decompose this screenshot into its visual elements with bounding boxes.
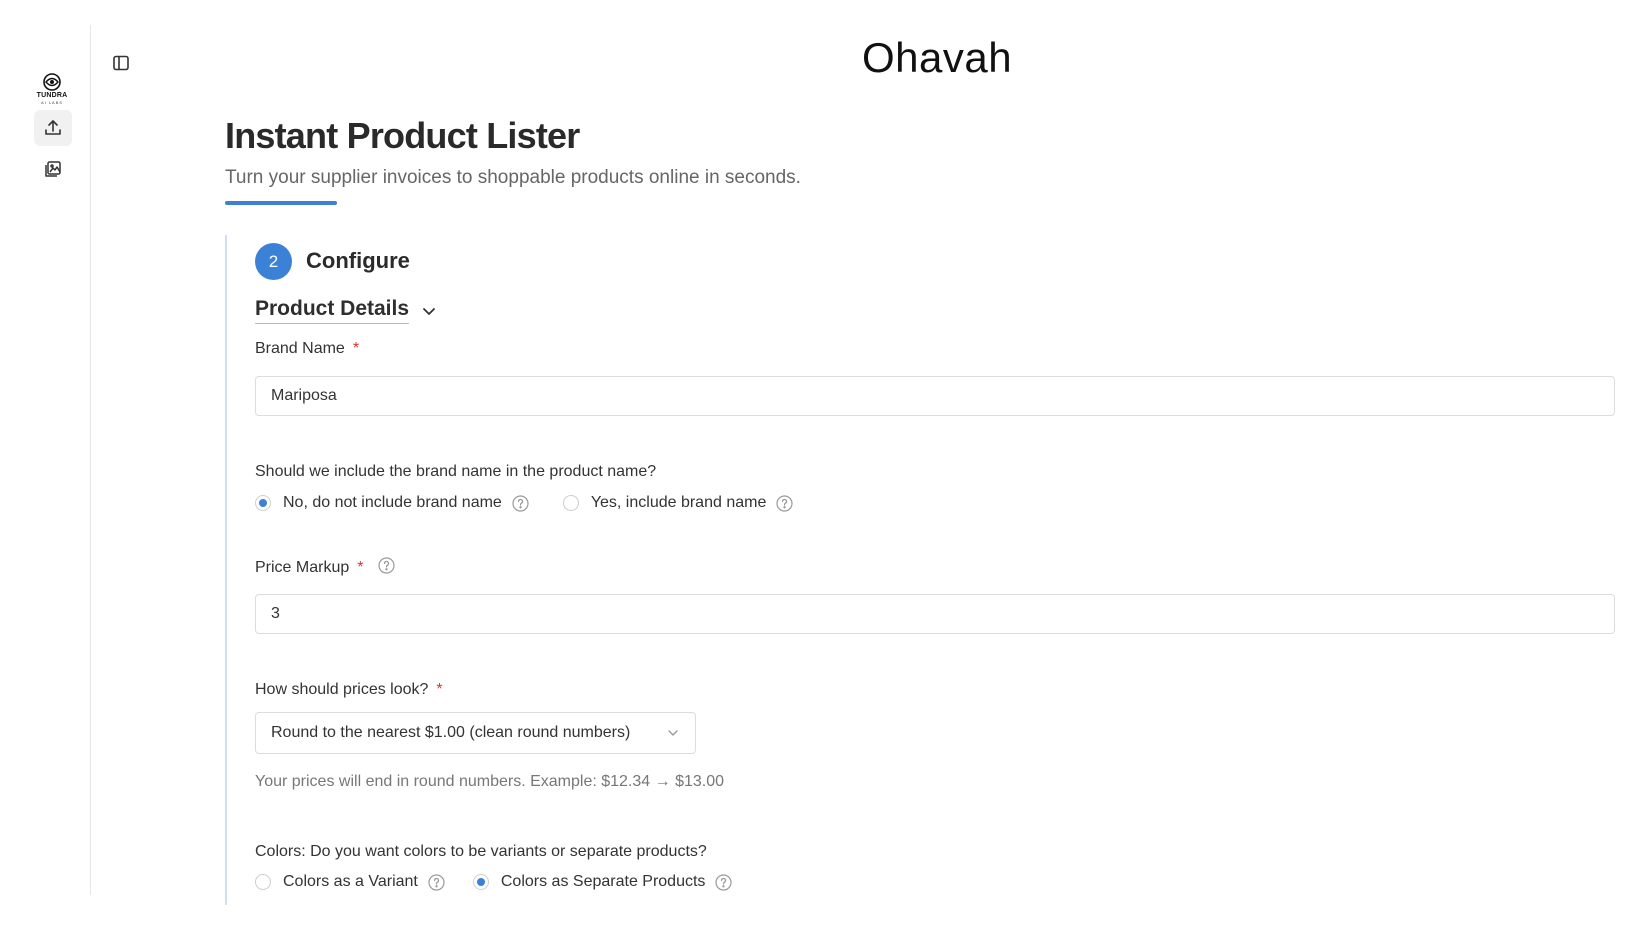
radio-label: Colors as a Variant	[283, 873, 418, 890]
rail-upload-button[interactable]	[34, 110, 72, 146]
image-gallery-icon	[45, 161, 61, 177]
logo-subtext: AI LABS	[40, 99, 64, 105]
radio-button[interactable]	[255, 874, 271, 890]
page-title: Instant Product Lister	[225, 115, 580, 156]
logo-text: TUNDRA	[36, 91, 68, 99]
brand-wordmark: Ohavah	[862, 34, 1013, 81]
required-marker: *	[357, 559, 364, 577]
help-icon[interactable]	[715, 873, 733, 891]
price-markup-input[interactable]	[255, 594, 1615, 634]
tundra-logo-mark-icon	[43, 72, 61, 91]
product-details-toggle[interactable]: Product Details	[255, 297, 437, 324]
radio-label: Colors as Separate Products	[500, 873, 706, 890]
radio-button[interactable]	[255, 495, 271, 511]
tundra-logo[interactable]: TUNDRA AI LABS	[34, 70, 70, 106]
radio-button[interactable]	[562, 495, 579, 511]
left-rail: TUNDRA AI LABS	[0, 25, 91, 895]
help-icon[interactable]	[512, 494, 529, 512]
chevron-down-icon	[421, 303, 437, 319]
page-subtitle: Turn your supplier invoices to shoppable…	[225, 167, 801, 188]
include-brand-question: Should we include the brand name in the …	[255, 463, 657, 480]
radio-colors-variant[interactable]: Colors as a Variant	[255, 873, 445, 891]
sidebar-panel-icon	[113, 55, 129, 71]
required-marker: *	[352, 340, 360, 357]
price-look-label: How should prices look? *	[255, 681, 443, 699]
colors-options: Colors as a Variant Colors as Separate P…	[255, 873, 733, 891]
help-icon[interactable]	[378, 557, 395, 579]
price-rounding-select[interactable]: Round to the nearest $1.00 (clean round …	[255, 712, 696, 754]
rail-gallery-button[interactable]	[34, 151, 72, 187]
chevron-down-icon	[666, 726, 680, 740]
section-title: Product Details	[255, 297, 410, 324]
radio-colors-separate[interactable]: Colors as Separate Products	[472, 873, 733, 891]
brand-name-label-text: Brand Name	[255, 340, 345, 357]
upload-icon	[45, 120, 61, 135]
radio-label: No, do not include brand name	[283, 494, 502, 511]
radio-yes-brand[interactable]: Yes, include brand name	[562, 494, 794, 512]
required-marker: *	[436, 681, 443, 698]
price-look-label-text: How should prices look?	[255, 681, 429, 698]
radio-no-brand[interactable]: No, do not include brand name	[255, 494, 529, 512]
price-hint: Your prices will end in round numbers. E…	[255, 773, 725, 790]
include-brand-options: No, do not include brand name Yes, inclu…	[255, 494, 793, 512]
step-line	[225, 235, 227, 905]
select-value: Round to the nearest $1.00 (clean round …	[271, 724, 631, 741]
radio-label: Yes, include brand name	[590, 494, 767, 511]
step-number-badge: 2	[255, 243, 292, 280]
title-underline	[225, 201, 337, 205]
price-markup-label: Price Markup *	[255, 557, 395, 579]
help-icon[interactable]	[776, 494, 793, 512]
brand-name-label: Brand Name *	[255, 340, 359, 358]
help-icon[interactable]	[428, 873, 445, 891]
radio-button[interactable]	[472, 874, 489, 890]
price-markup-label-text: Price Markup	[255, 559, 350, 577]
step-title: Configure	[306, 248, 410, 273]
brand-name-input[interactable]	[255, 376, 1615, 416]
colors-question: Colors: Do you want colors to be variant…	[255, 843, 707, 860]
sidebar-toggle-button[interactable]	[108, 50, 134, 76]
